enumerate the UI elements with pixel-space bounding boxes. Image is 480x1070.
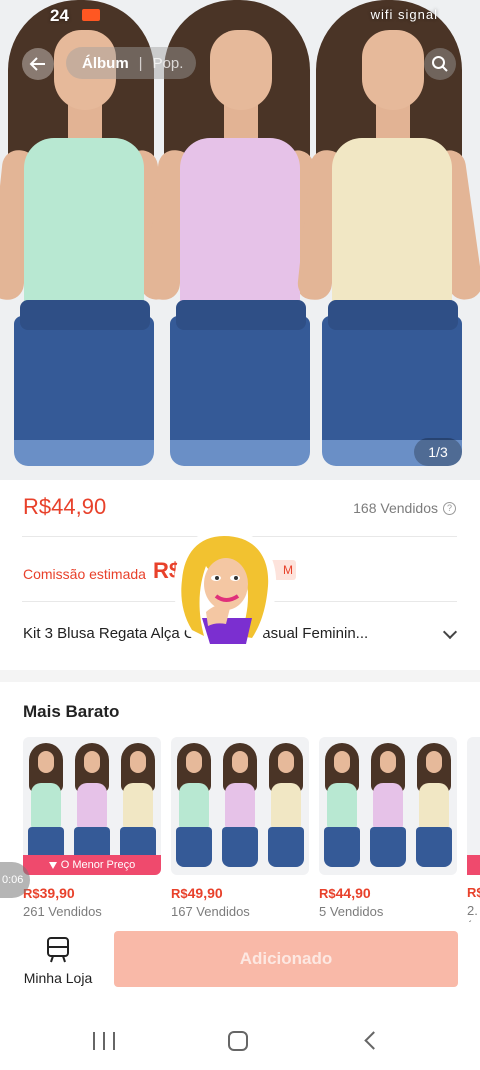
tab-separator: | [138,54,143,72]
store-icon [47,937,69,963]
partial-card-price: R$ [467,885,480,900]
product-thumbnail [319,737,457,875]
nav-home-icon[interactable] [228,1031,248,1051]
product-image-gallery[interactable]: 24 wifi signal Álbum | Pop. 1/3 [0,0,480,480]
lowest-price-label: O Menor Preço [60,859,136,871]
card-sold-count: 5 Vendidos [319,904,384,919]
search-icon [432,56,448,72]
bottom-action-bar: Minha Loja Adicionado [0,922,480,1004]
cartoon-sticker [174,530,277,652]
sold-count: 168 Vendidos ? [353,500,456,516]
commission-label: Comissão estimada [23,566,146,582]
sold-count-text: 168 Vendidos [353,500,438,516]
search-button[interactable] [424,48,456,80]
card-price: R$39,90 [23,885,75,901]
status-icons: wifi signal [370,7,438,22]
cheaper-product-list: O Menor Preço R$39,90 261 Vendidos R$49,… [23,737,480,922]
image-counter: 1/3 [414,438,462,466]
card-price: R$49,90 [171,885,223,901]
gallery-tabs: Álbum | Pop. [66,47,196,79]
card-price: R$44,90 [319,885,371,901]
down-arrow-icon [48,861,57,869]
partial-card-sold-count: 2.( [467,903,478,922]
cheaper-product-card[interactable]: R$44,90 5 Vendidos [319,737,457,919]
card-sold-count: 167 Vendidos [171,904,250,919]
product-price: R$44,90 [23,494,107,519]
nav-back-icon[interactable] [364,1031,383,1050]
top-bar: 24 wifi signal Álbum | Pop. [0,0,480,110]
partial-lowest-price-badge [467,855,480,875]
added-button[interactable]: Adicionado [114,931,458,987]
tab-album[interactable]: Álbum [82,55,129,72]
status-time: 24 [50,6,69,25]
help-icon[interactable]: ? [443,501,456,515]
back-button[interactable] [22,48,54,80]
chevron-down-icon [442,624,458,639]
card-sold-count: 261 Vendidos [23,904,102,919]
record-icon [82,9,100,21]
product-thumbnail: O Menor Preço [23,737,161,875]
system-nav-bar [0,1012,480,1070]
nav-recent-icon[interactable] [93,1032,115,1050]
cheaper-section-title: Mais Barato [23,702,120,721]
my-shop-label: Minha Loja [23,970,93,986]
product-thumbnail [171,737,309,875]
my-shop-button[interactable]: Minha Loja [18,936,98,990]
cheaper-product-card[interactable]: R$49,90 167 Vendidos [171,737,309,919]
back-arrow-icon [29,57,45,71]
section-separator [0,670,480,682]
lowest-price-badge: O Menor Preço [23,855,161,875]
cheaper-product-card[interactable]: O Menor Preço R$39,90 261 Vendidos [23,737,161,919]
tab-pop[interactable]: Pop. [153,55,184,72]
